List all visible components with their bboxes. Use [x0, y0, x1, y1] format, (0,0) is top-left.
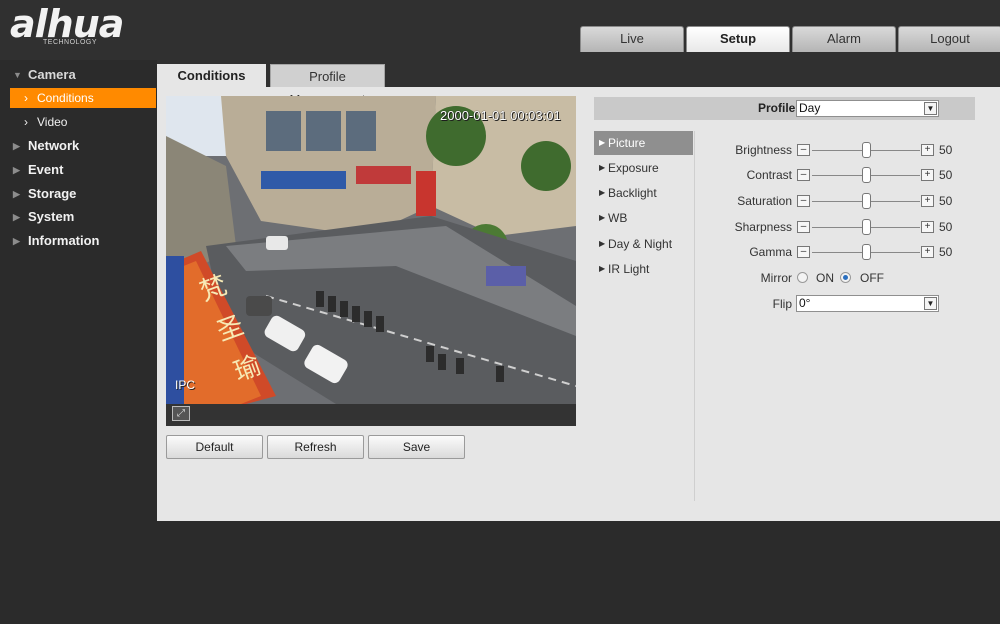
menu-item-backlight[interactable]: ▶ Backlight	[594, 181, 693, 205]
gamma-plus-button[interactable]: +	[921, 246, 934, 258]
sharpness-slider-thumb[interactable]	[862, 219, 871, 235]
flip-select-value: 0°	[799, 296, 811, 310]
gamma-value: 50	[939, 245, 953, 259]
sidebar-item-video[interactable]: › Video	[10, 112, 156, 132]
chevron-right-icon: ›	[24, 115, 28, 129]
default-button[interactable]: Default	[166, 435, 263, 459]
menu-divider	[694, 131, 695, 501]
menu-item-exposure[interactable]: ▶ Exposure	[594, 156, 693, 180]
mirror-label: Mirror	[760, 271, 792, 285]
menu-item-ir-light[interactable]: ▶ IR Light	[594, 257, 693, 281]
dropdown-arrow-icon: ▼	[924, 297, 937, 310]
video-toolbar	[166, 404, 576, 426]
triangle-right-icon: ▶	[599, 138, 606, 147]
triangle-down-icon: ▼	[13, 70, 22, 80]
saturation-minus-button[interactable]: –	[797, 195, 810, 207]
tab-live[interactable]: Live	[580, 26, 684, 52]
sidebar-item-system[interactable]: ▶ System	[0, 206, 157, 228]
menu-item-label: Day & Night	[608, 237, 673, 251]
saturation-slider-thumb[interactable]	[862, 193, 871, 209]
profile-label: Profile	[758, 101, 796, 115]
chevron-right-icon: ›	[24, 91, 28, 105]
gamma-slider-thumb[interactable]	[862, 244, 871, 260]
brightness-minus-button[interactable]: –	[797, 144, 810, 156]
saturation-label: Saturation	[737, 194, 792, 208]
osd-channel-name: IPC	[175, 378, 196, 392]
sidebar-item-network[interactable]: ▶ Network	[0, 135, 157, 157]
triangle-right-icon: ▶	[13, 189, 20, 199]
tab-profile-management[interactable]: Profile Management	[270, 64, 385, 107]
contrast-plus-button[interactable]: +	[921, 169, 934, 181]
saturation-value: 50	[939, 194, 953, 208]
sharpness-minus-button[interactable]: –	[797, 221, 810, 233]
tab-logout[interactable]: Logout	[898, 26, 1000, 52]
sharpness-label: Sharpness	[734, 220, 792, 234]
triangle-right-icon: ▶	[599, 188, 606, 197]
fullscreen-icon[interactable]: ⤢	[172, 406, 190, 421]
triangle-right-icon: ▶	[599, 264, 606, 273]
sidebar-item-label: Video	[37, 115, 68, 129]
menu-item-label: WB	[608, 211, 628, 225]
brightness-slider-thumb[interactable]	[862, 142, 871, 158]
osd-timestamp: 2000-01-01 00:03:01	[440, 108, 561, 123]
video-preview: 梵 圣 瑜	[166, 96, 576, 404]
sidebar-item-label: Conditions	[37, 91, 94, 105]
mirror-off-label: OFF	[860, 271, 884, 285]
dropdown-arrow-icon: ▼	[924, 102, 937, 115]
triangle-right-icon: ▶	[13, 141, 20, 151]
sidebar-item-label: Network	[28, 138, 80, 153]
mirror-off-radio[interactable]	[840, 272, 851, 283]
triangle-right-icon: ▶	[599, 239, 606, 248]
menu-item-picture[interactable]: ▶ Picture	[594, 131, 693, 155]
menu-item-label: Picture	[608, 136, 646, 150]
sidebar-item-information[interactable]: ▶ Information	[0, 230, 157, 252]
contrast-value: 50	[939, 168, 953, 182]
menu-item-label: Backlight	[608, 186, 657, 200]
sidebar-item-label: Information	[28, 233, 100, 248]
gamma-minus-button[interactable]: –	[797, 246, 810, 258]
triangle-right-icon: ▶	[599, 163, 606, 172]
sidebar-item-conditions[interactable]: › Conditions	[10, 88, 156, 108]
sidebar-item-storage[interactable]: ▶ Storage	[0, 183, 157, 205]
menu-item-day-night[interactable]: ▶ Day & Night	[594, 232, 693, 256]
contrast-slider-thumb[interactable]	[862, 167, 871, 183]
menu-item-wb[interactable]: ▶ WB	[594, 206, 693, 230]
save-button[interactable]: Save	[368, 435, 465, 459]
sidebar-item-label: Camera	[28, 67, 76, 82]
mirror-on-radio[interactable]	[797, 272, 808, 283]
sidebar-item-label: System	[28, 209, 75, 224]
sharpness-plus-button[interactable]: +	[921, 221, 934, 233]
triangle-right-icon: ▶	[599, 213, 606, 222]
mirror-on-label: ON	[816, 271, 834, 285]
brightness-value: 50	[939, 143, 953, 157]
dahua-logo: alhua TECHNOLOGY	[10, 4, 140, 48]
triangle-right-icon: ▶	[13, 165, 20, 175]
gamma-label: Gamma	[749, 245, 792, 259]
triangle-right-icon: ▶	[13, 236, 20, 246]
menu-item-label: IR Light	[608, 262, 650, 276]
logo-subtext: TECHNOLOGY	[43, 39, 98, 46]
contrast-minus-button[interactable]: –	[797, 169, 810, 181]
contrast-label: Contrast	[746, 168, 792, 182]
header-band	[0, 52, 1000, 60]
saturation-plus-button[interactable]: +	[921, 195, 934, 207]
sharpness-value: 50	[939, 220, 953, 234]
tab-setup[interactable]: Setup	[686, 26, 790, 52]
tab-alarm[interactable]: Alarm	[792, 26, 896, 52]
refresh-button[interactable]: Refresh	[267, 435, 364, 459]
profile-select-value: Day	[799, 101, 821, 115]
brightness-label: Brightness	[735, 143, 792, 157]
menu-item-label: Exposure	[608, 161, 659, 175]
flip-select[interactable]: 0° ▼	[796, 295, 939, 312]
tab-conditions[interactable]: Conditions	[157, 64, 266, 87]
logo-text: alhua	[10, 2, 124, 46]
sidebar-item-label: Storage	[28, 186, 77, 201]
triangle-right-icon: ▶	[13, 212, 20, 222]
sidebar-item-event[interactable]: ▶ Event	[0, 159, 157, 181]
flip-label: Flip	[772, 297, 792, 311]
brightness-plus-button[interactable]: +	[921, 144, 934, 156]
sidebar-item-camera[interactable]: ▼ Camera	[0, 64, 157, 86]
sidebar-item-label: Event	[28, 162, 64, 177]
profile-select[interactable]: Day ▼	[796, 100, 939, 117]
